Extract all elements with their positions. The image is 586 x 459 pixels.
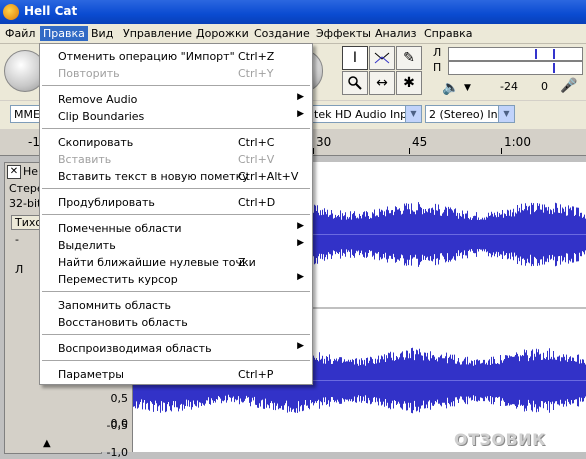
menu-item-find-zero-crossings[interactable]: Найти ближайшие нулевые точки Z [40, 254, 312, 271]
audio-host-select[interactable]: MME [10, 105, 40, 123]
chevron-down-icon: ▼ [405, 106, 421, 122]
menu-bar: Файл Правка Вид Управление Дорожки Созда… [0, 24, 586, 44]
menu-edit[interactable]: Правка [40, 26, 88, 41]
menu-view[interactable]: Вид [88, 26, 116, 41]
close-track-icon[interactable]: ✕ [7, 165, 21, 179]
menu-help[interactable]: Справка [421, 26, 475, 41]
menu-item-labeled-regions[interactable]: Помеченные области ▶ [40, 220, 312, 237]
zoom-tool-icon[interactable] [342, 71, 368, 95]
menu-item-undo[interactable]: Отменить операцию "Импорт" Ctrl+Z [40, 48, 312, 65]
left-meter-label: Л [433, 46, 442, 59]
speaker-icon: 🔈 [442, 80, 460, 96]
volume-dropdown-icon[interactable]: ▼ [464, 83, 471, 93]
menu-item-preferences[interactable]: Параметры Ctrl+P [40, 366, 312, 383]
menu-item-remove-audio[interactable]: Remove Audio ▶ [40, 91, 312, 108]
menu-item-paste[interactable]: Вставить Ctrl+V [40, 151, 312, 168]
app-icon [3, 4, 19, 20]
menu-item-copy[interactable]: Скопировать Ctrl+C [40, 134, 312, 151]
menu-item-move-cursor[interactable]: Переместить курсор ▶ [40, 271, 312, 288]
menu-file[interactable]: Файл [2, 26, 38, 41]
playback-meter-right [448, 61, 583, 75]
track-bitdepth: 32-bit [9, 197, 42, 210]
title-bar: Hell Cat [0, 0, 586, 24]
gain-slider[interactable]: - [15, 233, 19, 246]
menu-item-select[interactable]: Выделить ▶ [40, 237, 312, 254]
selection-tool-icon[interactable]: I [342, 46, 368, 70]
menu-item-play-region[interactable]: Воспроизводимая область ▶ [40, 340, 312, 357]
menu-tracks[interactable]: Дорожки [193, 26, 252, 41]
gain-value: -24 [500, 80, 518, 93]
menu-item-duplicate[interactable]: Продублировать Ctrl+D [40, 194, 312, 211]
submenu-arrow-icon: ▶ [297, 221, 304, 231]
submenu-arrow-icon: ▶ [297, 272, 304, 282]
menu-item-clip-boundaries[interactable]: Clip Boundaries ▶ [40, 108, 312, 125]
submenu-arrow-icon: ▶ [297, 109, 304, 119]
multi-tool-icon[interactable]: ✱ [396, 71, 422, 95]
ruler-label: 1:00 [504, 135, 531, 149]
chevron-down-icon: ▼ [498, 106, 514, 122]
submenu-arrow-icon: ▶ [297, 341, 304, 351]
collapse-track-icon[interactable]: ▲ [43, 438, 51, 449]
window-title: Hell Cat [24, 4, 78, 18]
input-device-select[interactable]: tek HD Audio Input ▼ [310, 105, 422, 123]
microphone-icon[interactable]: 🎤 [560, 78, 577, 94]
menu-item-redo[interactable]: Повторить Ctrl+Y [40, 65, 312, 82]
timeshift-tool-icon[interactable]: ↔ [369, 71, 395, 95]
zero-value: 0 [541, 80, 548, 93]
envelope-tool-icon[interactable] [369, 46, 395, 70]
pan-slider[interactable]: Л [15, 263, 23, 276]
menu-generate[interactable]: Создание [251, 26, 313, 41]
menu-item-restore-region[interactable]: Восстановить область [40, 314, 312, 331]
menu-effects[interactable]: Эффекты [313, 26, 374, 41]
ruler-label: 30 [316, 135, 332, 149]
menu-analyze[interactable]: Анализ [372, 26, 420, 41]
edit-menu: Отменить операцию "Импорт" Ctrl+Z Повтори… [39, 43, 313, 385]
right-meter-label: П [433, 61, 442, 74]
ruler-label: 45 [412, 135, 428, 149]
watermark-logo: ОТЗОВИК [454, 430, 546, 449]
menu-control[interactable]: Управление [120, 26, 195, 41]
playback-meter-left [448, 47, 583, 61]
draw-tool-icon[interactable]: ✎ [396, 46, 422, 70]
menu-item-store-region[interactable]: Запомнить область [40, 297, 312, 314]
submenu-arrow-icon: ▶ [297, 92, 304, 102]
menu-item-paste-text-label[interactable]: Вставить текст в новую пометку Ctrl+Alt+V [40, 168, 312, 185]
input-channels-select[interactable]: 2 (Stereo) Inp ▼ [425, 105, 515, 123]
submenu-arrow-icon: ▶ [297, 238, 304, 248]
